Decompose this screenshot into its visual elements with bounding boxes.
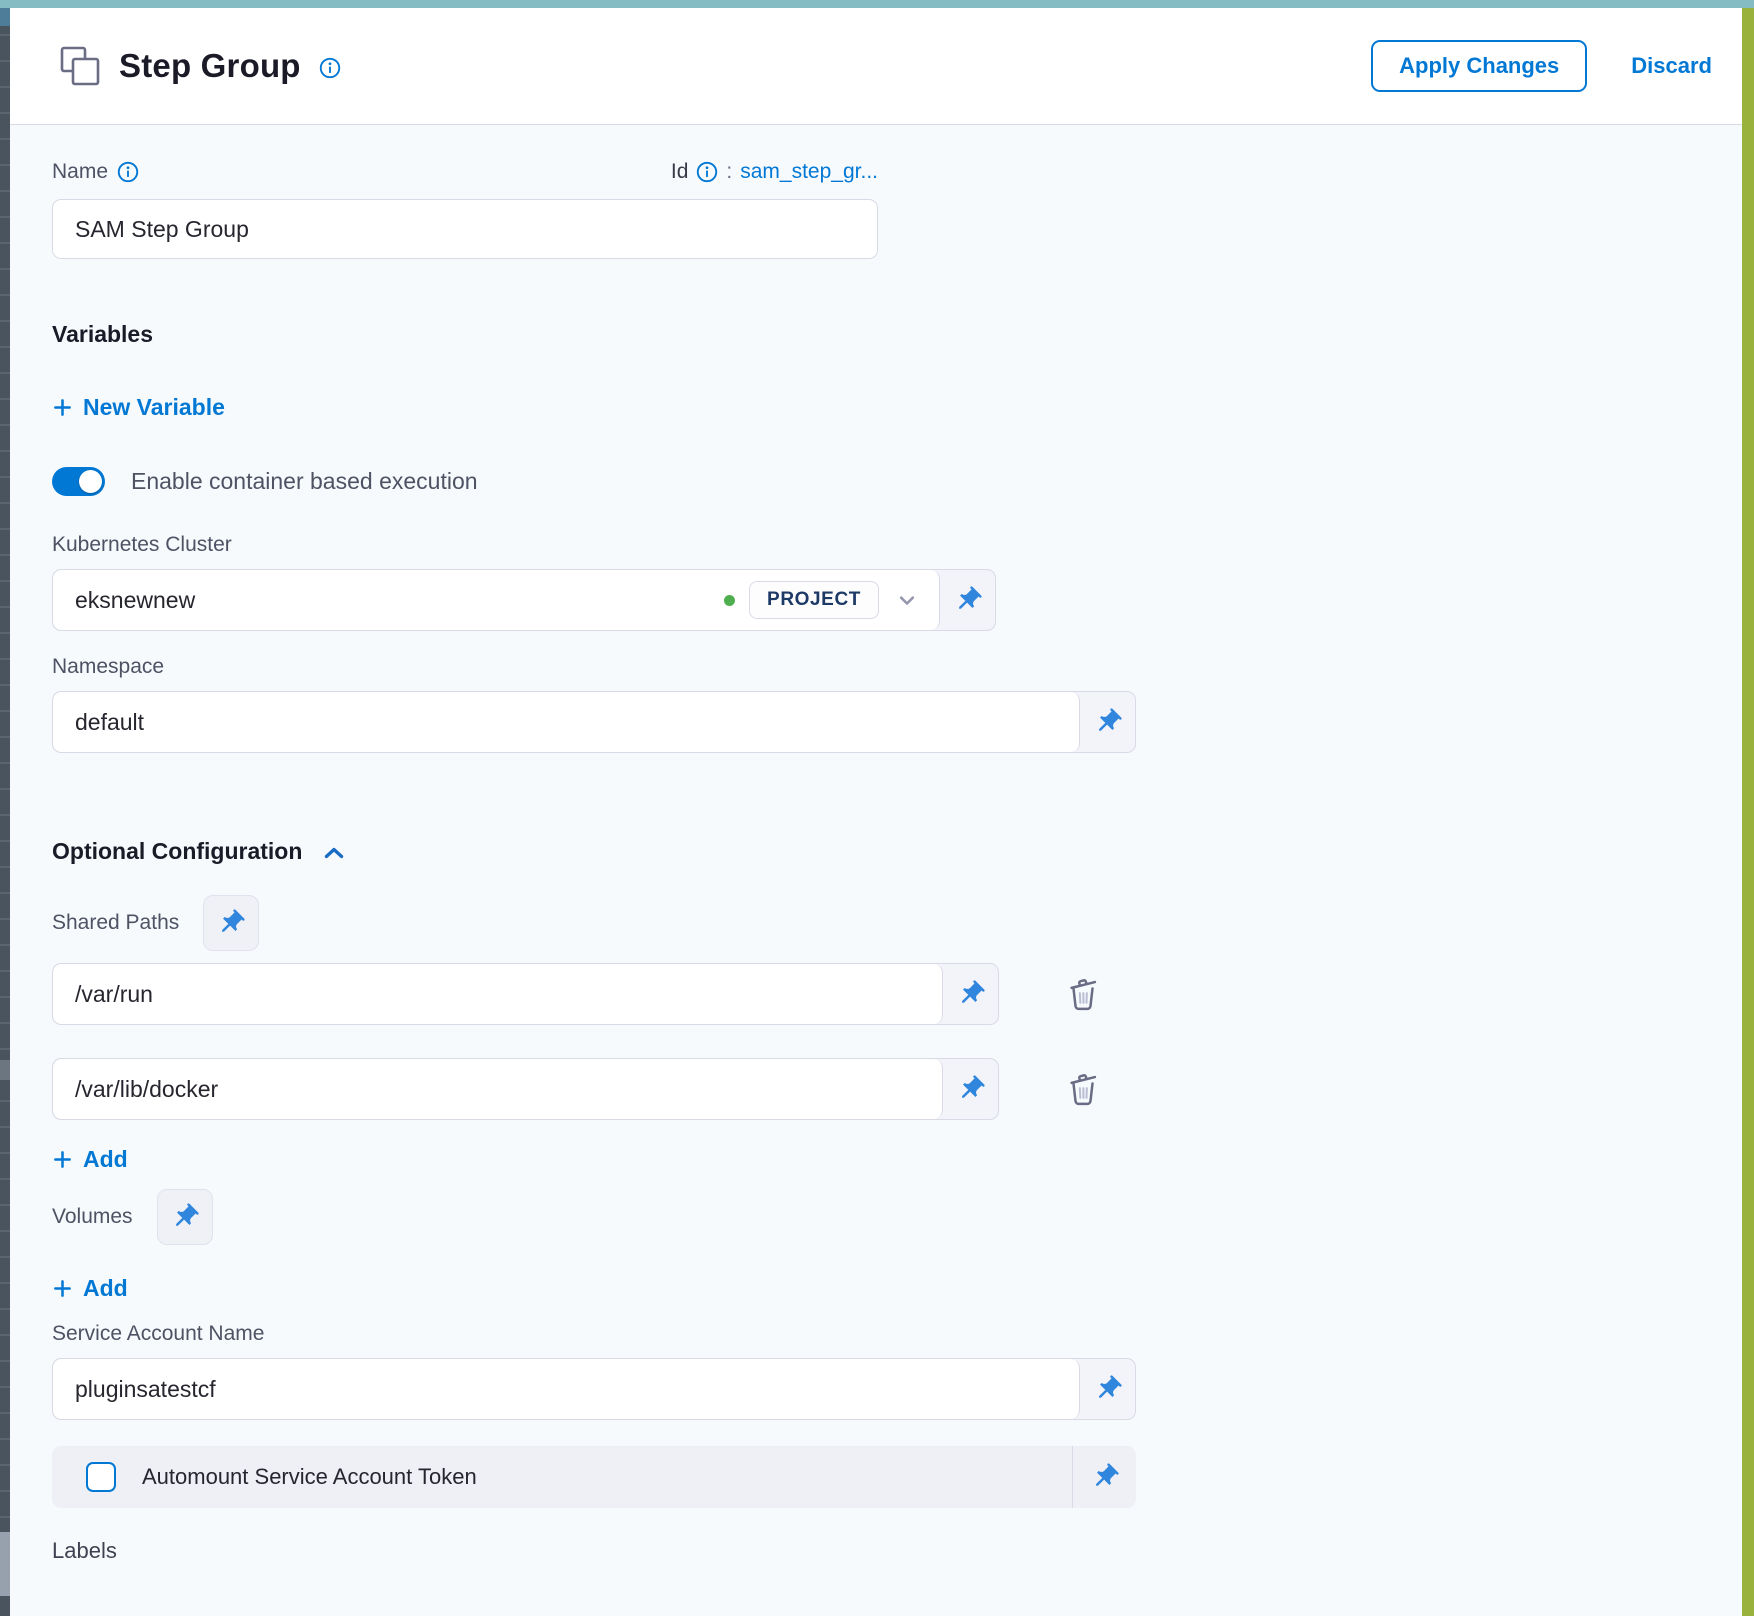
trash-icon	[1063, 1068, 1103, 1110]
volumes-row: Volumes	[52, 1189, 1742, 1245]
apply-changes-button[interactable]: Apply Changes	[1371, 40, 1587, 92]
shared-paths-label: Shared Paths	[52, 911, 179, 935]
shared-path-field	[52, 963, 999, 1025]
info-icon[interactable]	[117, 161, 139, 183]
service-account-input[interactable]	[75, 1359, 1061, 1419]
add-shared-path-button[interactable]: Add	[52, 1146, 128, 1173]
volumes-label: Volumes	[52, 1205, 133, 1229]
yaml-editor-edge	[0, 8, 10, 1616]
chevron-up-icon[interactable]	[320, 839, 348, 867]
service-account-field	[52, 1358, 1136, 1420]
name-label: Name	[52, 160, 108, 184]
shared-paths-row: Shared Paths	[52, 895, 1742, 951]
panel-header: Step Group Apply Changes Discard	[10, 8, 1742, 125]
container-execution-label: Enable container based execution	[131, 468, 478, 495]
shared-path-item	[52, 1058, 1742, 1120]
shared-path-input-wrap	[53, 964, 943, 1024]
yaml-editor-edge-mark	[0, 1060, 10, 1080]
connector-status-dot	[724, 595, 735, 606]
pin-button[interactable]	[943, 1059, 998, 1119]
add-volume-label: Add	[83, 1275, 128, 1302]
namespace-input[interactable]	[75, 692, 1061, 752]
canvas-right-edge	[1742, 8, 1754, 1616]
add-volume-button[interactable]: Add	[52, 1275, 128, 1302]
new-variable-button[interactable]: New Variable	[52, 394, 225, 421]
id-separator: :	[726, 160, 732, 184]
service-account-input-wrap	[53, 1359, 1080, 1419]
labels-section-label: Labels	[52, 1538, 1742, 1564]
pin-button[interactable]	[157, 1189, 213, 1245]
header-actions: Apply Changes Discard	[1371, 40, 1712, 92]
trash-icon	[1063, 973, 1103, 1015]
name-input[interactable]	[52, 199, 878, 259]
yaml-editor-edge-highlight	[0, 8, 10, 26]
kubernetes-cluster-select[interactable]: eksnewnew PROJECT	[53, 570, 940, 630]
pin-button[interactable]	[203, 895, 259, 951]
title-wrap: Step Group	[57, 43, 341, 89]
pin-button[interactable]	[1080, 1359, 1135, 1419]
kubernetes-cluster-label: Kubernetes Cluster	[52, 533, 1742, 557]
step-group-config-panel: Step Group Apply Changes Discard Name	[10, 8, 1742, 1616]
identifier-display: Id : sam_step_gr...	[671, 160, 878, 184]
shared-path-field	[52, 1058, 999, 1120]
optional-configuration-header[interactable]: Optional Configuration	[52, 835, 348, 867]
discard-button[interactable]: Discard	[1631, 53, 1712, 79]
new-variable-label: New Variable	[83, 394, 225, 421]
pushpin-icon	[210, 902, 252, 944]
optional-configuration-label: Optional Configuration	[52, 838, 302, 865]
id-label: Id	[671, 160, 689, 184]
namespace-label: Namespace	[52, 655, 1742, 679]
plus-icon	[52, 1149, 73, 1170]
pushpin-icon	[949, 1068, 991, 1110]
pin-button[interactable]	[1072, 1446, 1136, 1508]
delete-shared-path-button[interactable]	[1061, 1066, 1105, 1112]
container-execution-toggle[interactable]	[52, 467, 105, 496]
scope-badge[interactable]: PROJECT	[749, 581, 879, 619]
variables-section-label: Variables	[52, 321, 1742, 348]
kubernetes-cluster-value: eksnewnew	[75, 587, 710, 614]
namespace-field	[52, 691, 1136, 753]
name-id-row: Name Id : sam_step_gr...	[52, 159, 878, 185]
info-icon[interactable]	[319, 57, 341, 79]
pin-button[interactable]	[1080, 692, 1135, 752]
pushpin-icon	[1083, 1456, 1125, 1498]
page-title: Step Group	[119, 47, 301, 85]
delete-shared-path-button[interactable]	[1061, 971, 1105, 1017]
toggle-knob	[79, 470, 102, 493]
automount-label: Automount Service Account Token	[142, 1464, 477, 1490]
shared-path-input[interactable]	[75, 1059, 924, 1119]
pushpin-icon	[163, 1196, 205, 1238]
pin-button[interactable]	[943, 964, 998, 1024]
pushpin-icon	[1086, 1368, 1128, 1410]
automount-checkbox[interactable]	[86, 1462, 116, 1492]
shared-path-input-wrap	[53, 1059, 943, 1119]
step-group-icon	[57, 43, 103, 89]
kubernetes-cluster-field: eksnewnew PROJECT	[52, 569, 996, 631]
plus-icon	[52, 1278, 73, 1299]
chevron-down-icon[interactable]	[893, 586, 921, 614]
canvas-top-edge	[0, 0, 1754, 8]
automount-row: Automount Service Account Token	[52, 1446, 1136, 1508]
scrollbar-thumb[interactable]	[0, 1532, 10, 1596]
id-value[interactable]: sam_step_gr...	[740, 160, 878, 184]
namespace-input-wrap	[53, 692, 1080, 752]
info-icon[interactable]	[696, 161, 718, 183]
panel-body: Name Id : sam_step_gr...	[10, 125, 1742, 1616]
pin-button[interactable]	[940, 570, 995, 630]
shared-path-input[interactable]	[75, 964, 924, 1024]
add-shared-path-label: Add	[83, 1146, 128, 1173]
pushpin-icon	[946, 579, 988, 621]
pushpin-icon	[949, 973, 991, 1015]
service-account-label: Service Account Name	[52, 1322, 1742, 1346]
pushpin-icon	[1086, 701, 1128, 743]
container-execution-row: Enable container based execution	[52, 465, 1742, 497]
shared-path-item	[52, 963, 1742, 1025]
plus-icon	[52, 397, 73, 418]
